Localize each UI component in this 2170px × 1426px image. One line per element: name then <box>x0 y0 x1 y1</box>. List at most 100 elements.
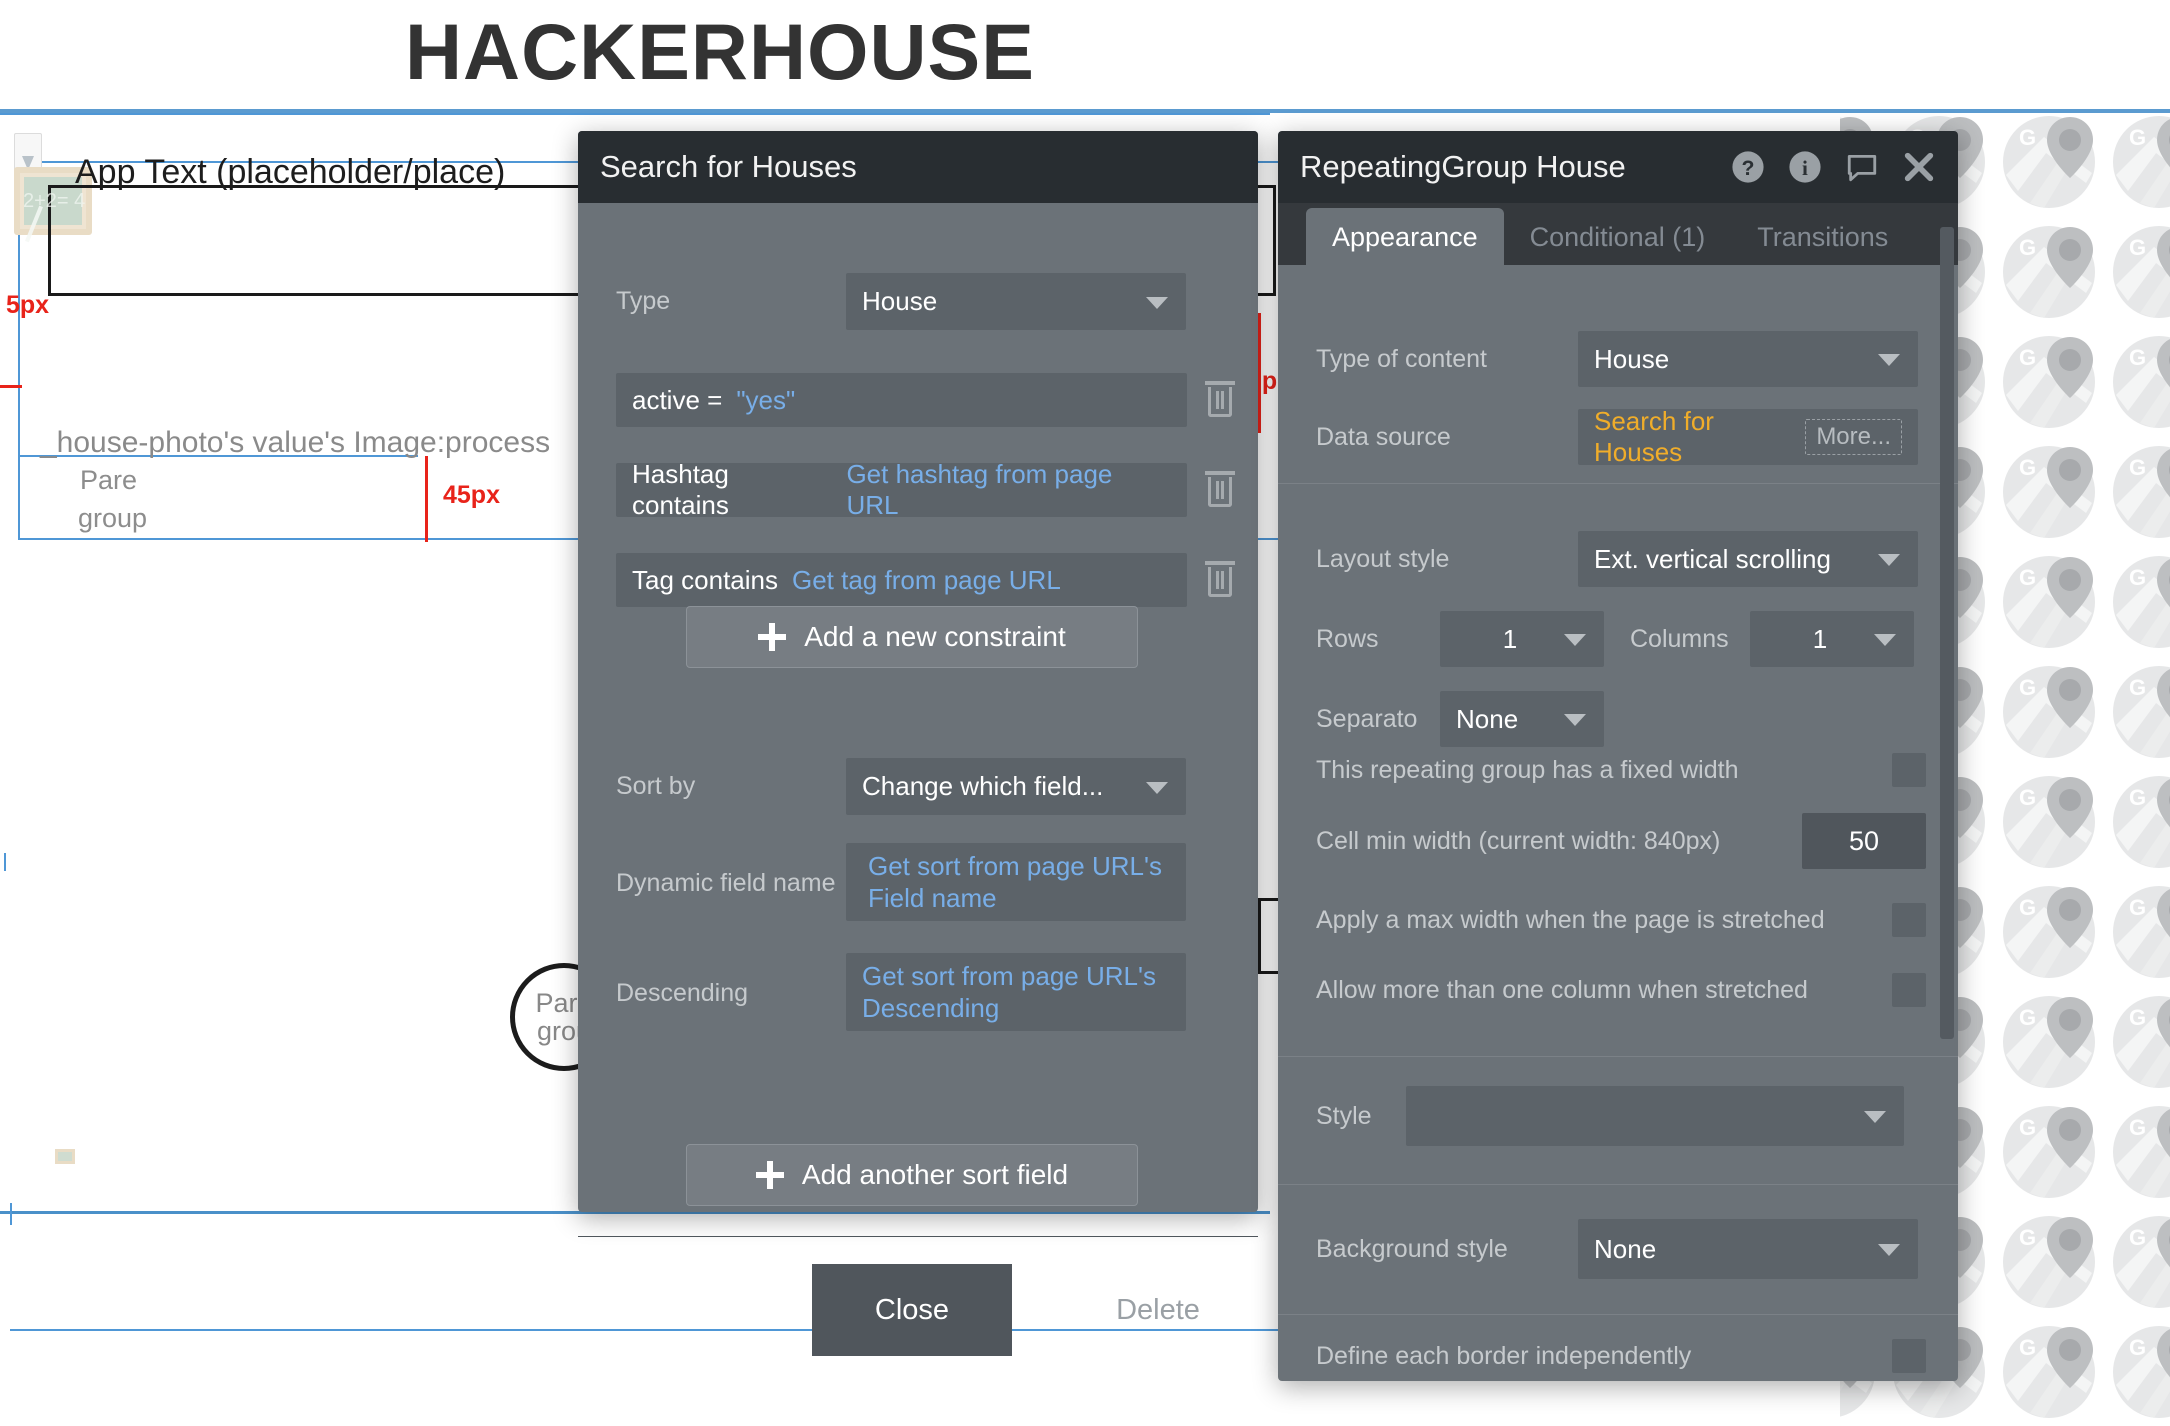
tab-transitions[interactable]: Transitions <box>1731 208 1914 265</box>
sort-by-label: Sort by <box>616 772 696 800</box>
constraint-field-name: Hashtag contains <box>632 459 729 520</box>
site-header: HACKERHOUSE <box>0 0 2170 113</box>
info-icon[interactable]: i <box>1788 150 1822 184</box>
add-constraint-button[interactable]: Add a new constraint <box>686 606 1138 668</box>
columns-label: Columns <box>1630 624 1729 653</box>
background-style-value: None <box>1594 1233 1657 1264</box>
background-style-label: Background style <box>1316 1234 1508 1263</box>
cell-min-width-input[interactable]: 50 <box>1802 813 1926 869</box>
dynamic-field-row: Dynamic field name Get sort from page UR… <box>616 843 1224 921</box>
rg-panel-titlebar: RepeatingGroup House ? i <box>1278 131 1958 203</box>
separator-value: None <box>1456 703 1519 734</box>
style-select[interactable] <box>1406 1086 1904 1146</box>
cell-min-width-row: Cell min width (current width: 840px) 50 <box>1316 813 1926 869</box>
chalkboard-glyph: 2+2= 4 <box>23 190 86 212</box>
layout-style-select[interactable]: Ext. vertical scrolling <box>1578 531 1918 587</box>
cell-min-width-value: 50 <box>1848 825 1880 856</box>
close-button[interactable]: Close <box>812 1264 1012 1356</box>
type-of-content-row: Type of content House <box>1316 331 1926 387</box>
data-source-more-button[interactable]: More... <box>1805 419 1902 455</box>
data-source-label: Data source <box>1316 422 1451 451</box>
style-label: Style <box>1316 1101 1372 1130</box>
rows-label: Rows <box>1316 624 1379 653</box>
dynamic-field-value: Get sort from page URL's Field name <box>868 850 1162 914</box>
multi-column-label: Allow more than one column when stretche… <box>1316 975 1808 1004</box>
page-title: HACKERHOUSE <box>405 7 1035 96</box>
define-border-label: Define each border independently <box>1316 1341 1692 1370</box>
dynamic-field-label: Dynamic field name <box>616 869 836 897</box>
svg-text:i: i <box>1802 156 1808 180</box>
constraint-row: active = "yes" <box>616 373 1236 427</box>
section-divider <box>1278 483 1958 484</box>
delete-constraint-icon[interactable] <box>1203 471 1236 509</box>
layout-style-value: Ext. vertical scrolling <box>1594 543 1831 574</box>
max-width-label: Apply a max width when the page is stret… <box>1316 905 1825 934</box>
separator-row: Separato None <box>1316 691 1936 747</box>
dynamic-field-value-box[interactable]: Get sort from page URL's Field name <box>846 843 1186 921</box>
descending-value-box[interactable]: Get sort from page URL's Descending <box>846 953 1186 1031</box>
chevron-down-icon <box>1878 354 1900 366</box>
delete-button: Delete <box>1058 1264 1258 1356</box>
search-for-houses-dialog[interactable]: Search for Houses Type House active = "y… <box>578 131 1258 1356</box>
chevron-down-icon <box>1874 634 1896 646</box>
tab-conditional[interactable]: Conditional (1) <box>1504 208 1732 265</box>
guide-line <box>0 113 1270 115</box>
measure-label-45px: 45px <box>443 481 500 509</box>
separator-label: Separato <box>1316 704 1418 733</box>
plus-icon <box>755 1161 784 1189</box>
tab-appearance[interactable]: Appearance <box>1306 208 1504 265</box>
constraint-field-name: Tag contains <box>632 564 778 595</box>
type-select[interactable]: House <box>846 273 1186 330</box>
max-width-checkbox[interactable] <box>1892 903 1926 937</box>
delete-constraint-icon[interactable] <box>1203 381 1236 419</box>
dynamic-expression-text: _house-photo's value's Image:process <box>40 426 551 459</box>
sort-by-select[interactable]: Change which field... <box>846 758 1186 815</box>
svg-text:?: ? <box>1742 156 1755 180</box>
delete-button-label: Delete <box>1116 1293 1200 1326</box>
type-select-value: House <box>862 286 938 316</box>
measure-mark <box>0 385 22 388</box>
comment-icon[interactable] <box>1845 150 1879 184</box>
chevron-down-icon <box>1564 634 1586 646</box>
plus-icon <box>758 623 787 651</box>
constraint-field-value: Get tag from page URL <box>791 564 1061 595</box>
background-style-select[interactable]: None <box>1578 1219 1918 1279</box>
rg-panel-tabs: Appearance Conditional (1) Transitions <box>1278 203 1958 265</box>
add-sort-field-button[interactable]: Add another sort field <box>686 1144 1138 1206</box>
define-border-checkbox[interactable] <box>1892 1339 1926 1373</box>
columns-select[interactable]: 1 <box>1750 611 1914 667</box>
descending-value: Get sort from page URL's Descending <box>862 960 1156 1024</box>
layout-style-label: Layout style <box>1316 544 1450 573</box>
rows-value: 1 <box>1502 623 1518 654</box>
rows-columns-row: Rows 1 Columns 1 <box>1316 611 1936 667</box>
help-icon[interactable]: ? <box>1731 150 1765 184</box>
chevron-down-icon <box>1864 1111 1886 1123</box>
constraint-field-value: "yes" <box>736 384 796 415</box>
close-icon[interactable] <box>1902 150 1936 184</box>
rows-select[interactable]: 1 <box>1440 611 1604 667</box>
delete-constraint-icon[interactable] <box>1203 561 1236 599</box>
chevron-down-icon <box>1878 554 1900 566</box>
chevron-down-icon <box>1564 714 1586 726</box>
constraint-row: Tag contains Get tag from page URL <box>616 553 1236 607</box>
fixed-width-row: This repeating group has a fixed width <box>1316 753 1926 787</box>
constraint-field[interactable]: Tag contains Get tag from page URL <box>616 553 1187 607</box>
placeholder-image-small[interactable] <box>55 1149 75 1164</box>
layout-style-row: Layout style Ext. vertical scrolling <box>1316 531 1926 587</box>
separator-select[interactable]: None <box>1440 691 1604 747</box>
fixed-width-label: This repeating group has a fixed width <box>1316 755 1739 784</box>
multi-column-checkbox[interactable] <box>1892 973 1926 1007</box>
constraint-field[interactable]: Hashtag contains Get hashtag from page U… <box>616 459 1187 520</box>
constraint-field[interactable]: active = "yes" <box>616 373 1187 427</box>
add-sort-field-label: Add another sort field <box>801 1159 1069 1190</box>
panel-scrollbar[interactable] <box>1940 227 1954 1039</box>
data-source-field[interactable]: Search for Houses More... <box>1578 406 1918 467</box>
parent-group-text-2: group <box>78 503 148 533</box>
type-of-content-label: Type of content <box>1316 344 1487 373</box>
tab-conditional-label: Conditional (1) <box>1529 222 1706 252</box>
close-button-label: Close <box>874 1293 950 1326</box>
type-label: Type <box>616 287 671 315</box>
fixed-width-checkbox[interactable] <box>1892 753 1926 787</box>
type-of-content-select[interactable]: House <box>1578 331 1918 387</box>
repeating-group-panel[interactable]: RepeatingGroup House ? i Appearance Cond… <box>1278 131 1958 1381</box>
